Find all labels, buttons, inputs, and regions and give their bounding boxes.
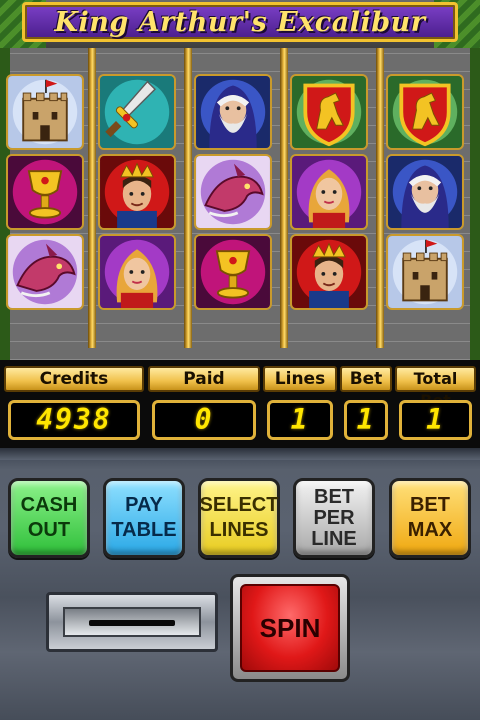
sword-symbol <box>98 74 176 150</box>
lion-shield-symbol <box>386 74 464 150</box>
wizard-symbol <box>386 154 464 230</box>
lion-shield-icon <box>292 76 366 148</box>
chalice-symbol <box>6 154 84 230</box>
wizard-symbol <box>194 74 272 150</box>
queen-icon <box>292 156 366 228</box>
lion-shield-icon <box>388 76 462 148</box>
dragon-symbol <box>6 234 84 310</box>
castle-symbol <box>6 74 84 150</box>
spin-button-frame: SPIN <box>230 574 350 682</box>
dragon-symbol <box>194 154 272 230</box>
bet-max-button[interactable]: BET MAX <box>389 478 471 558</box>
pay-table-button[interactable]: PAY TABLE <box>103 478 185 558</box>
coin-slot-plate <box>63 607 201 637</box>
wizard-icon <box>196 76 270 148</box>
panel-edge <box>0 448 480 460</box>
pay-table-label: PAY TABLE <box>111 494 177 541</box>
total-bet-display: 1 <box>399 400 472 440</box>
bet-display: 1 <box>344 400 388 440</box>
king-icon <box>100 156 174 228</box>
bet-per-line-button[interactable]: BET PER LINE <box>293 478 375 558</box>
dragon-icon <box>8 236 82 308</box>
credits-label: Credits <box>4 366 144 392</box>
chalice-icon <box>8 156 82 228</box>
title-banner: King Arthur's Excalibur <box>0 0 480 48</box>
lion-shield-symbol <box>290 74 368 150</box>
bet-per-line-label: BET PER LINE <box>311 485 357 550</box>
cash-out-button[interactable]: CASH OUT <box>8 478 90 558</box>
king-symbol <box>290 234 368 310</box>
queen-symbol <box>290 154 368 230</box>
select-lines-button[interactable]: SELECT LINES <box>198 478 280 558</box>
castle-icon <box>388 236 462 308</box>
cash-out-label: CASH OUT <box>20 494 78 541</box>
control-panel: CASH OUT PAY TABLE SELECT LINES BET PER … <box>0 448 480 720</box>
credits-display: 4938 <box>8 400 140 440</box>
reel-divider <box>280 48 288 348</box>
bet-max-label: BET MAX <box>407 494 453 541</box>
spin-button[interactable]: SPIN <box>240 584 340 672</box>
stats-panel: Credits Paid Lines Bet Total Bet 4938 0 … <box>0 360 480 448</box>
bet-label: Bet <box>340 366 392 392</box>
castle-icon <box>8 76 82 148</box>
total-bet-label: Total Bet <box>395 366 476 410</box>
sword-icon <box>100 76 174 148</box>
reel-divider <box>88 48 96 348</box>
reel-area <box>0 48 480 360</box>
reel-divider <box>184 48 192 348</box>
paid-label: Paid <box>148 366 260 392</box>
game-title: King Arthur's Excalibur <box>54 6 426 38</box>
reel-divider <box>376 48 384 348</box>
king-icon <box>292 236 366 308</box>
title-plate: King Arthur's Excalibur <box>22 2 458 42</box>
king-symbol <box>98 154 176 230</box>
chalice-icon <box>196 236 270 308</box>
lines-display: 1 <box>267 400 333 440</box>
select-lines-label: SELECT LINES <box>199 494 279 541</box>
chalice-symbol <box>194 234 272 310</box>
castle-symbol <box>386 234 464 310</box>
spin-label: SPIN <box>259 612 321 643</box>
coin-slot[interactable] <box>46 592 218 652</box>
wizard-icon <box>388 156 462 228</box>
paid-display: 0 <box>152 400 256 440</box>
coin-slot-opening <box>89 620 175 626</box>
lines-label: Lines <box>263 366 337 392</box>
queen-symbol <box>98 234 176 310</box>
dragon-icon <box>196 156 270 228</box>
queen-icon <box>100 236 174 308</box>
